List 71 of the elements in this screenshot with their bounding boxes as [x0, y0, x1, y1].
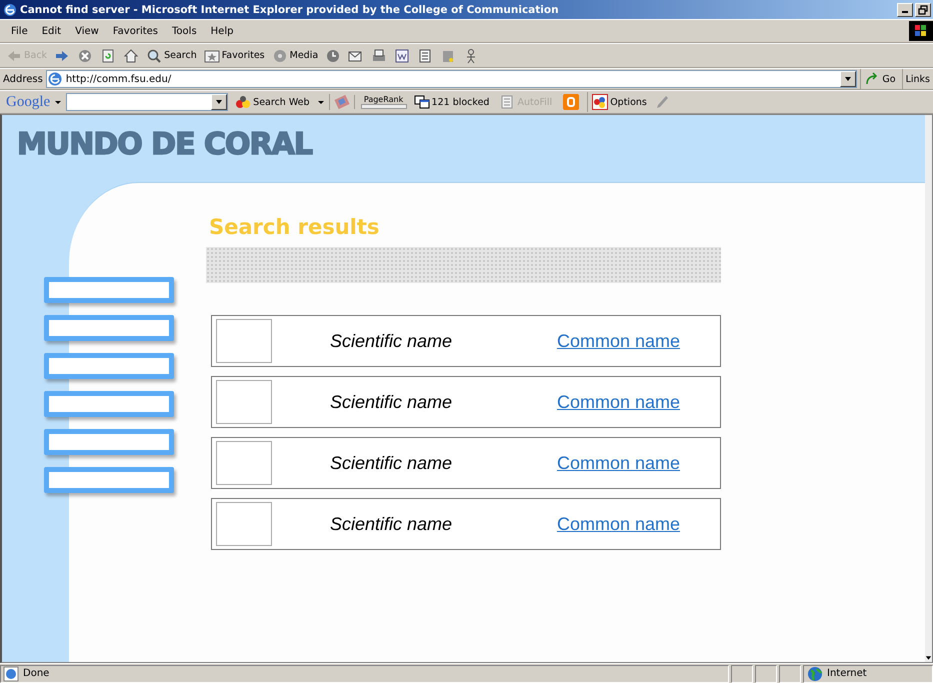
dropdown-arrow-icon[interactable] — [844, 75, 852, 83]
window-title: Cannot find server - Microsoft Internet Explorer provided by the College of Communication — [20, 4, 559, 16]
options-icon — [592, 94, 608, 110]
nav-button[interactable] — [44, 353, 174, 379]
favorites-button[interactable]: Favorites — [200, 46, 268, 66]
nav-button[interactable] — [44, 391, 174, 417]
form-icon — [499, 94, 516, 110]
status-panel — [755, 664, 777, 682]
minimize-icon — [902, 10, 908, 12]
search-web-button[interactable]: Search Web — [232, 92, 313, 112]
thumbnail-placeholder — [216, 319, 272, 363]
status-text: Done — [23, 668, 50, 679]
security-zone: Internet — [827, 668, 867, 679]
search-button[interactable]: Search — [143, 46, 200, 66]
common-name-link[interactable]: Common name — [556, 514, 680, 534]
menu-item[interactable]: Favorites — [106, 26, 166, 36]
thumbnail-placeholder — [216, 380, 272, 424]
nav-button[interactable] — [44, 467, 174, 493]
go-button[interactable]: Go — [860, 69, 899, 89]
browser-logo-icon — [3, 2, 17, 16]
home-icon — [123, 48, 140, 64]
nav-button[interactable] — [44, 315, 174, 341]
scrollbar[interactable] — [925, 115, 932, 662]
dropdown-arrow-icon[interactable] — [316, 98, 325, 106]
page-heading: Search results — [209, 214, 380, 241]
restore-button[interactable] — [915, 2, 931, 16]
pagerank-meter: PageRank — [354, 95, 407, 109]
menu-item[interactable]: Edit — [34, 26, 68, 36]
browser-logo-icon — [46, 71, 63, 87]
nav-button[interactable] — [44, 429, 174, 455]
address-label: Address — [3, 74, 43, 84]
menu-item[interactable]: Tools — [165, 26, 204, 36]
scientific-name: Scientific name — [330, 514, 452, 534]
links-button[interactable]: Links — [902, 69, 933, 89]
dropdown-arrow-icon[interactable] — [215, 98, 224, 106]
document-icon — [394, 48, 410, 64]
disc-icon — [272, 48, 288, 64]
menu-item[interactable]: View — [68, 26, 106, 36]
scientific-name: Scientific name — [330, 452, 452, 474]
page-icon — [417, 48, 434, 64]
menu-item[interactable]: Help — [204, 26, 240, 36]
address-field[interactable]: http://comm.fsu.edu/ — [46, 70, 858, 88]
minimize-button[interactable] — [897, 2, 913, 16]
thumbnail-placeholder — [216, 441, 272, 485]
binoculars-icon — [235, 94, 252, 110]
clock-icon — [325, 48, 342, 64]
printer-icon — [371, 48, 388, 64]
google-search-field[interactable] — [66, 93, 228, 111]
popup-blocker-button[interactable]: 121 blocked — [410, 92, 492, 112]
refresh-icon — [100, 48, 116, 64]
media-button[interactable]: Media — [268, 46, 322, 66]
options-button[interactable]: Options — [587, 92, 650, 112]
dropdown-arrow-icon[interactable] — [54, 98, 62, 106]
menu-item[interactable]: File — [4, 26, 35, 36]
status-panel — [779, 664, 801, 682]
common-name-link[interactable]: Common name — [556, 452, 680, 474]
windows-icon — [414, 94, 430, 110]
blogger-icon[interactable] — [563, 94, 580, 110]
scientific-name: Scientific name — [330, 392, 452, 412]
common-name-link[interactable]: Common name — [556, 330, 680, 352]
thumbnail-placeholder — [216, 502, 272, 546]
common-name-link[interactable]: Common name — [556, 392, 680, 412]
windows-logo-icon — [909, 21, 933, 41]
globe-icon — [807, 666, 823, 682]
nav-button[interactable] — [44, 277, 174, 303]
stop-icon — [77, 48, 94, 64]
scientific-name: Scientific name — [330, 330, 452, 352]
restore-icon — [918, 4, 928, 14]
site-logo[interactable]: MUNDO DE CORAL — [2, 115, 312, 162]
status-panel — [731, 664, 753, 682]
search-icon — [146, 48, 162, 64]
